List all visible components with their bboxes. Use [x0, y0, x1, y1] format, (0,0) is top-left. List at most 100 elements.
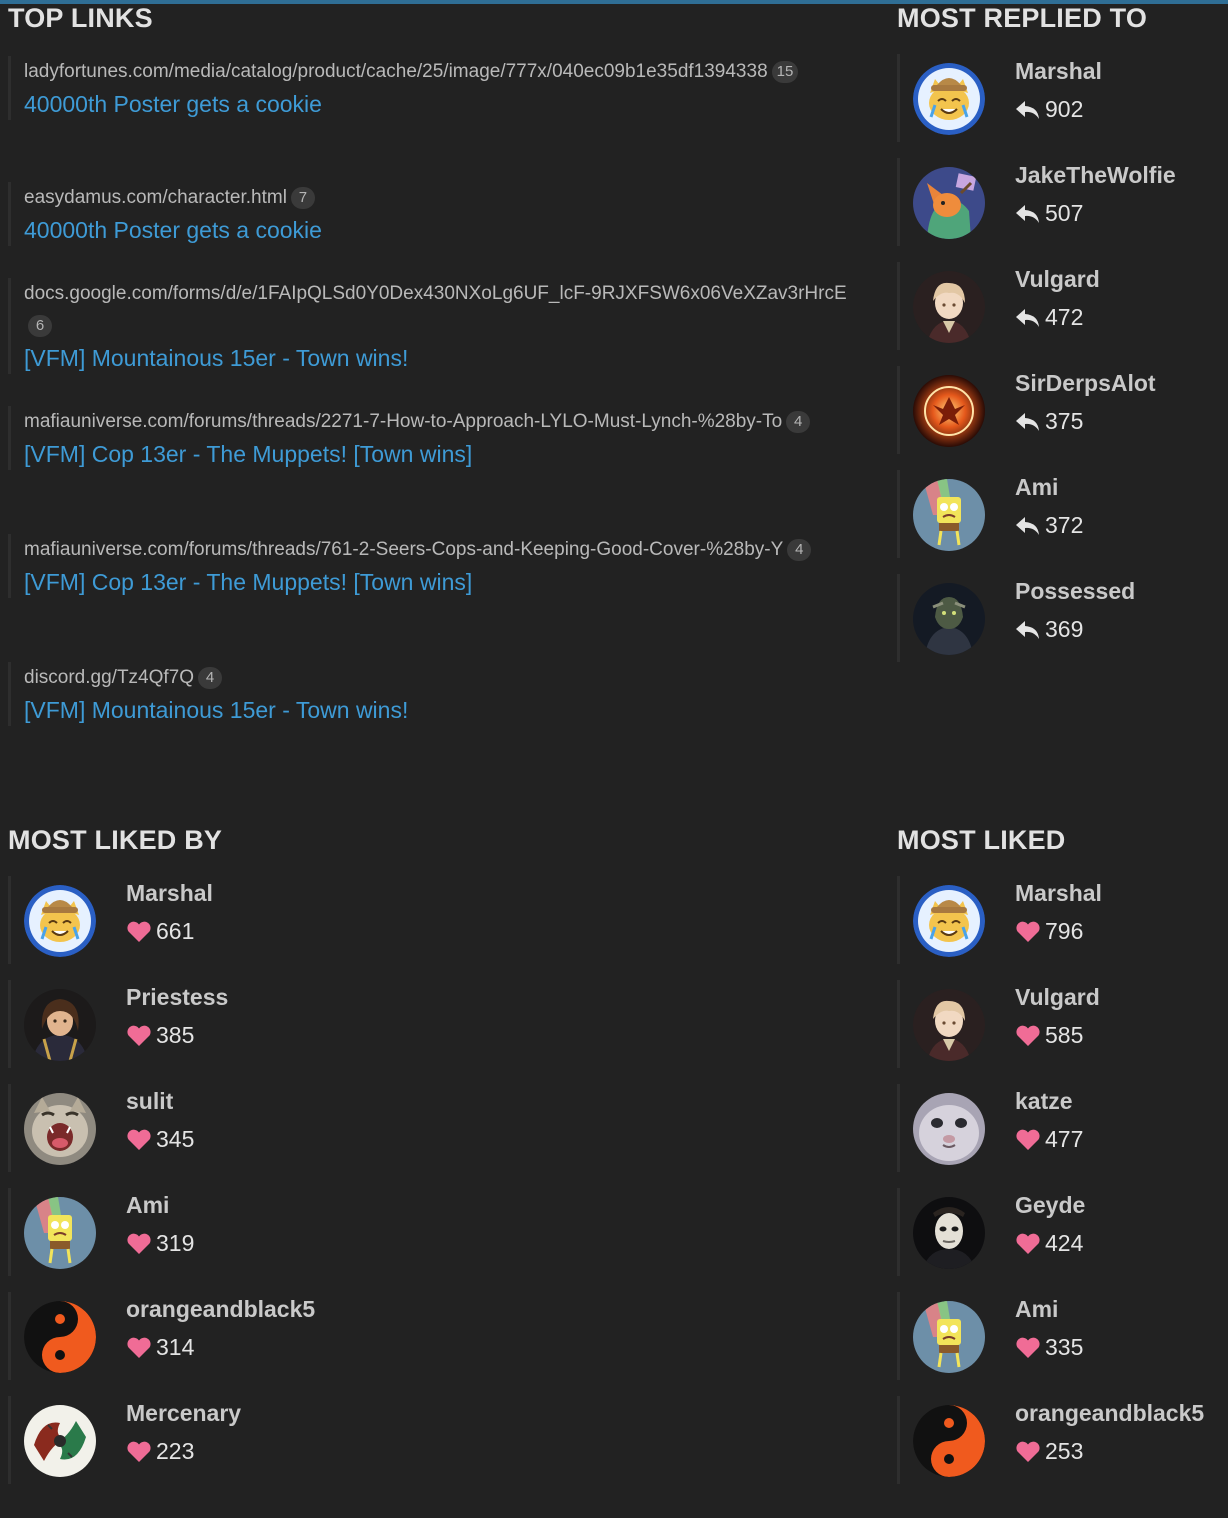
- user-item: Geyde 424: [897, 1188, 1217, 1276]
- link-topic[interactable]: [VFM] Mountainous 15er - Town wins!: [24, 694, 848, 726]
- link-url-text[interactable]: docs.google.com/forms/d/e/1FAIpQLSd0Y0De…: [24, 283, 847, 304]
- avatar[interactable]: [24, 1405, 96, 1477]
- avatar[interactable]: [913, 989, 985, 1061]
- link-url[interactable]: easydamus.com/character.html 7: [24, 182, 848, 214]
- stat-count: 661: [156, 918, 195, 944]
- most-replied-to-title: MOST REPLIED TO: [897, 3, 1148, 33]
- link-topic[interactable]: [VFM] Cop 13er - The Muppets! [Town wins…: [24, 566, 848, 598]
- avatar[interactable]: [913, 1405, 985, 1477]
- avatar[interactable]: [913, 583, 985, 655]
- avatar[interactable]: [913, 479, 985, 551]
- user-item: katze 477: [897, 1084, 1217, 1172]
- user-item: Marshal 661: [8, 876, 328, 964]
- avatar[interactable]: [913, 1197, 985, 1269]
- user-item: JakeTheWolfie 507: [897, 158, 1217, 246]
- link-url-text[interactable]: mafiauniverse.com/forums/threads/2271-7-…: [24, 411, 782, 432]
- user-name[interactable]: SirDerpsAlot: [1015, 370, 1156, 397]
- click-count-badge: 4: [787, 539, 812, 561]
- user-name[interactable]: Ami: [1015, 1296, 1058, 1323]
- link-url-text[interactable]: ladyfortunes.com/media/catalog/product/c…: [24, 61, 768, 82]
- link-url-text[interactable]: discord.gg/Tz4Qf7Q: [24, 667, 194, 688]
- user-stat: 253: [1015, 1438, 1083, 1465]
- user-name[interactable]: Ami: [126, 1192, 169, 1219]
- user-name[interactable]: orangeandblack5: [126, 1296, 315, 1323]
- user-name[interactable]: Vulgard: [1015, 266, 1100, 293]
- most-liked-title: MOST LIKED: [897, 825, 1066, 855]
- user-name[interactable]: katze: [1015, 1088, 1073, 1115]
- user-name[interactable]: Ami: [1015, 474, 1058, 501]
- link-url[interactable]: mafiauniverse.com/forums/threads/761-2-S…: [24, 534, 848, 566]
- user-item: sulit 345: [8, 1084, 328, 1172]
- user-name[interactable]: Mercenary: [126, 1400, 241, 1427]
- heart-icon: [126, 1440, 152, 1464]
- user-name[interactable]: sulit: [126, 1088, 173, 1115]
- user-stat: 372: [1015, 512, 1083, 539]
- avatar[interactable]: [913, 885, 985, 957]
- user-stat: 335: [1015, 1334, 1083, 1361]
- stat-count: 223: [156, 1438, 195, 1464]
- avatar[interactable]: [913, 63, 985, 135]
- user-item: orangeandblack5 253: [897, 1396, 1217, 1484]
- user-name[interactable]: Geyde: [1015, 1192, 1085, 1219]
- avatar[interactable]: [24, 989, 96, 1061]
- avatar[interactable]: [913, 1301, 985, 1373]
- user-name[interactable]: Possessed: [1015, 578, 1135, 605]
- avatar[interactable]: [24, 1093, 96, 1165]
- link-url-text[interactable]: mafiauniverse.com/forums/threads/761-2-S…: [24, 539, 783, 560]
- link-topic[interactable]: [VFM] Mountainous 15er - Town wins!: [24, 342, 848, 374]
- link-url[interactable]: ladyfortunes.com/media/catalog/product/c…: [24, 56, 848, 88]
- link-topic[interactable]: 40000th Poster gets a cookie: [24, 214, 848, 246]
- user-item: Mercenary 223: [8, 1396, 328, 1484]
- user-name[interactable]: Vulgard: [1015, 984, 1100, 1011]
- user-name[interactable]: Marshal: [1015, 58, 1102, 85]
- user-name[interactable]: orangeandblack5: [1015, 1400, 1204, 1427]
- stat-count: 385: [156, 1022, 195, 1048]
- avatar[interactable]: [913, 375, 985, 447]
- reply-icon: [1015, 306, 1041, 330]
- avatar[interactable]: [24, 1197, 96, 1269]
- top-link-item: docs.google.com/forms/d/e/1FAIpQLSd0Y0De…: [8, 278, 848, 374]
- reply-icon: [1015, 98, 1041, 122]
- user-stat: 585: [1015, 1022, 1083, 1049]
- user-stat: 796: [1015, 918, 1083, 945]
- link-url-text[interactable]: easydamus.com/character.html: [24, 187, 287, 208]
- user-stat: 507: [1015, 200, 1083, 227]
- user-name[interactable]: Priestess: [126, 984, 228, 1011]
- user-stat: 902: [1015, 96, 1083, 123]
- user-name[interactable]: JakeTheWolfie: [1015, 162, 1176, 189]
- stat-count: 335: [1045, 1334, 1084, 1360]
- top-link-item: easydamus.com/character.html 7 40000th Pos…: [8, 182, 848, 246]
- avatar[interactable]: [24, 885, 96, 957]
- reply-icon: [1015, 202, 1041, 226]
- heart-icon: [1015, 920, 1041, 944]
- top-links-title: TOP LINKS: [8, 3, 153, 33]
- avatar[interactable]: [913, 167, 985, 239]
- avatar[interactable]: [913, 1093, 985, 1165]
- heart-icon: [1015, 1440, 1041, 1464]
- top-link-item: mafiauniverse.com/forums/threads/2271-7-…: [8, 406, 848, 470]
- link-url[interactable]: mafiauniverse.com/forums/threads/2271-7-…: [24, 406, 848, 438]
- user-item: Priestess 385: [8, 980, 328, 1068]
- user-stat: 424: [1015, 1230, 1083, 1257]
- heart-icon: [1015, 1128, 1041, 1152]
- link-url[interactable]: discord.gg/Tz4Qf7Q 4: [24, 662, 848, 694]
- stat-count: 796: [1045, 918, 1084, 944]
- stat-count: 477: [1045, 1126, 1084, 1152]
- link-topic[interactable]: 40000th Poster gets a cookie: [24, 88, 848, 120]
- most-liked-by-title: MOST LIKED BY: [8, 825, 223, 855]
- reply-icon: [1015, 618, 1041, 642]
- user-item: Possessed 369: [897, 574, 1217, 662]
- avatar[interactable]: [24, 1301, 96, 1373]
- user-name[interactable]: Marshal: [126, 880, 213, 907]
- user-stat: 661: [126, 918, 194, 945]
- heart-icon: [126, 920, 152, 944]
- link-topic[interactable]: [VFM] Cop 13er - The Muppets! [Town wins…: [24, 438, 848, 470]
- heart-icon: [1015, 1024, 1041, 1048]
- heart-icon: [126, 1232, 152, 1256]
- link-url[interactable]: docs.google.com/forms/d/e/1FAIpQLSd0Y0De…: [24, 278, 848, 342]
- click-count-badge: 4: [786, 411, 811, 433]
- click-count-badge: 15: [771, 61, 799, 83]
- stat-count: 345: [156, 1126, 195, 1152]
- user-name[interactable]: Marshal: [1015, 880, 1102, 907]
- avatar[interactable]: [913, 271, 985, 343]
